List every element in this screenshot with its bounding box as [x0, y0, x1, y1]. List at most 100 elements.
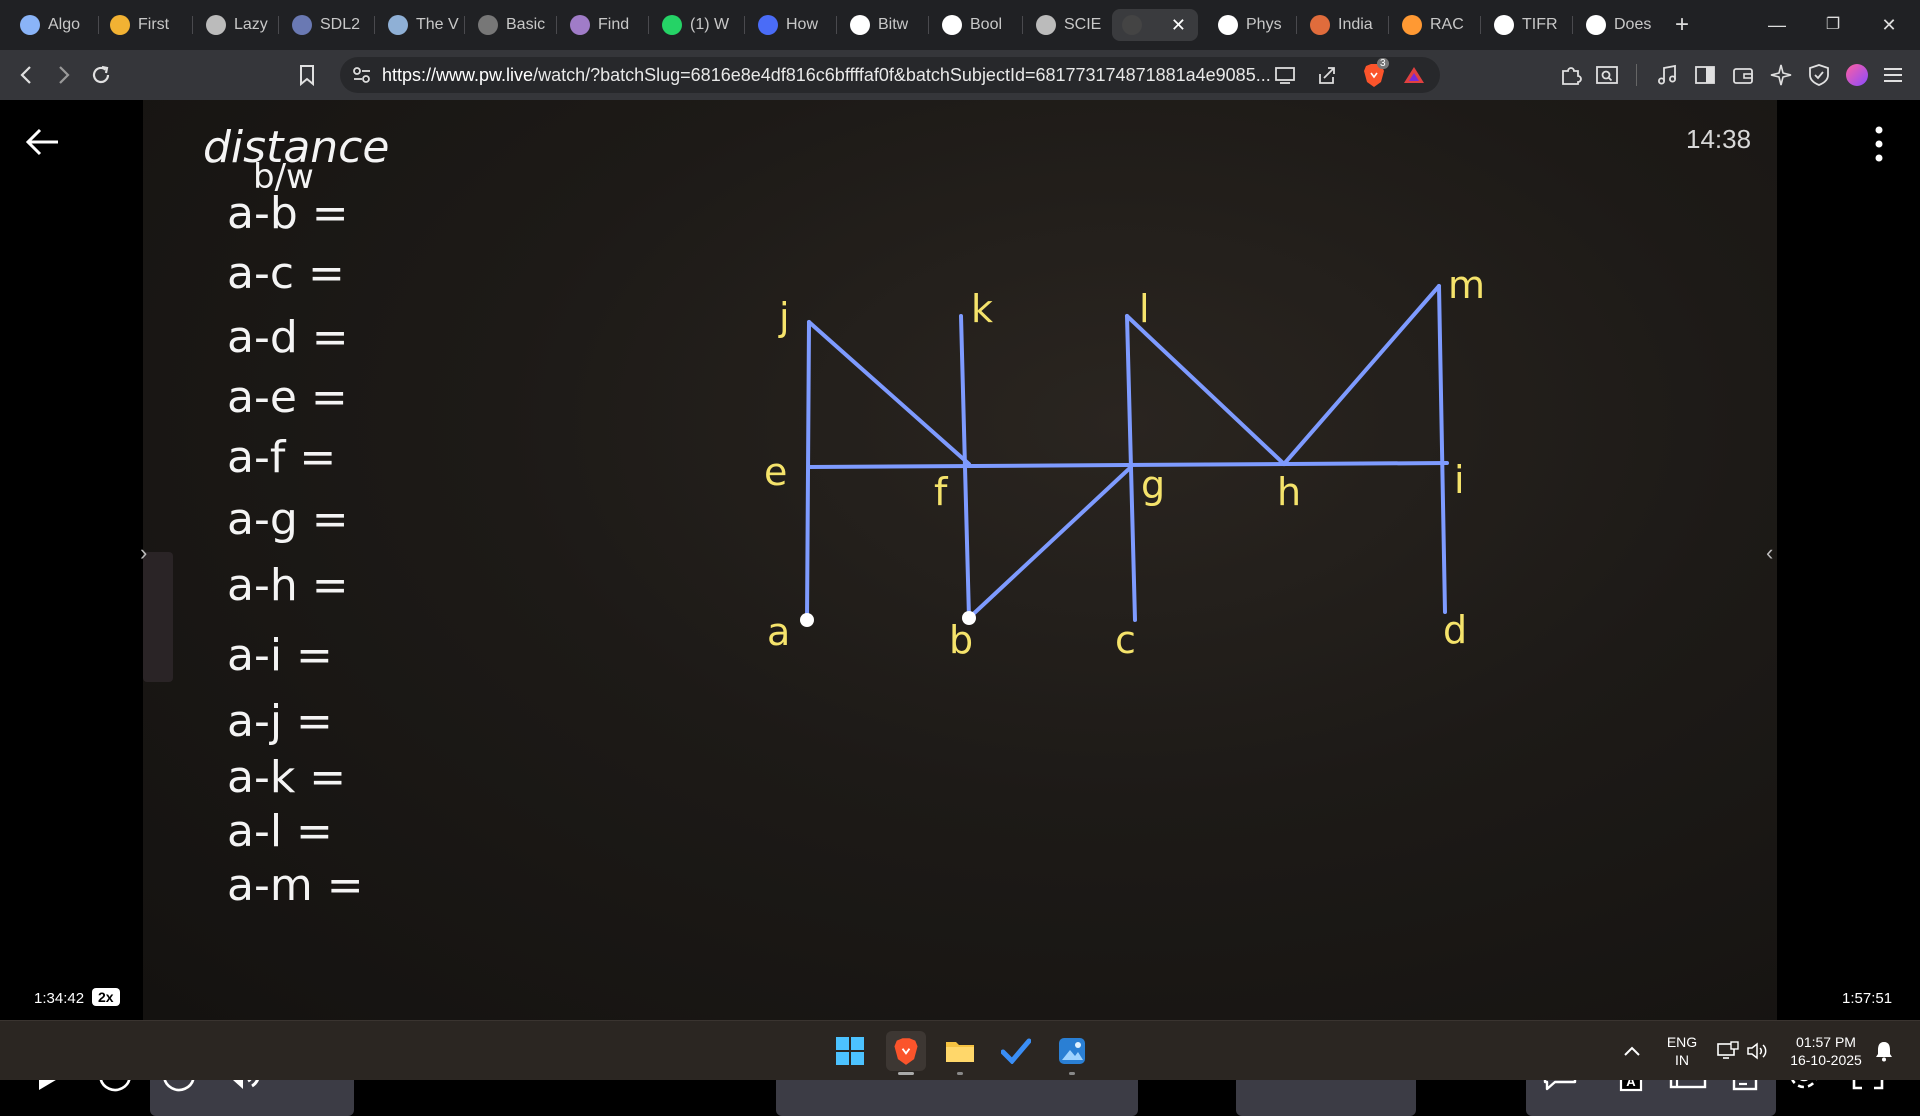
profile-button[interactable] — [1844, 62, 1870, 88]
pair-row: a-j = — [227, 696, 333, 747]
playback-speed-badge[interactable]: 2x — [92, 988, 120, 1006]
line-h-m — [1282, 284, 1441, 466]
brave-shields-button[interactable]: 3 — [1362, 58, 1389, 88]
url-text[interactable]: https://www.pw.live/watch/?batchSlug=681… — [382, 65, 1272, 86]
windows-logo-icon — [836, 1037, 864, 1065]
browser-tab[interactable]: (1) W — [652, 9, 742, 41]
tab-separator — [278, 16, 279, 34]
label-g: g — [1141, 463, 1165, 507]
start-button[interactable] — [830, 1031, 870, 1071]
book-icon — [388, 15, 408, 35]
taskbar-photos[interactable] — [1052, 1031, 1092, 1075]
tab-separator — [98, 16, 99, 34]
browser-tab[interactable]: Find — [560, 9, 646, 41]
label-m: m — [1448, 263, 1485, 307]
browser-tab[interactable]: SDL2 — [282, 9, 372, 41]
left-drawer-handle[interactable] — [143, 552, 173, 682]
brave-rewards-icon[interactable] — [1403, 65, 1425, 85]
tab-title: Basic — [506, 16, 546, 33]
back-arrow-icon[interactable] — [22, 122, 62, 162]
windows-taskbar: ENG IN 01:57 PM 16-10-2025 — [0, 1020, 1920, 1080]
sidebar-button[interactable] — [1692, 62, 1718, 88]
browser-tab[interactable]: Algo — [10, 9, 96, 41]
input-language[interactable]: ENG IN — [1662, 1033, 1702, 1069]
minimize-button[interactable]: — — [1754, 10, 1800, 40]
leo-ai-button[interactable] — [1768, 62, 1794, 88]
chevron-right-icon[interactable]: › — [140, 540, 147, 566]
back-button[interactable] — [14, 62, 40, 88]
vpn-button[interactable] — [1806, 62, 1832, 88]
bookmark-button[interactable] — [294, 62, 320, 88]
taskbar-file-explorer[interactable] — [940, 1031, 980, 1075]
browser-tab[interactable]: Lazy — [196, 9, 276, 41]
folder-icon — [946, 1042, 974, 1062]
browser-tab[interactable]: RAC — [1392, 9, 1478, 41]
pw-icon — [1122, 15, 1142, 35]
volume-tray-button[interactable] — [1738, 1031, 1778, 1071]
extensions-button[interactable] — [1558, 62, 1584, 88]
menu-button[interactable] — [1880, 62, 1906, 88]
media-button[interactable] — [1654, 62, 1680, 88]
taskbar-brave[interactable] — [886, 1031, 926, 1075]
browser-tab[interactable]: First — [100, 9, 190, 41]
hamburger-icon — [1884, 68, 1902, 82]
tab-title: India — [1338, 16, 1373, 33]
pair-row: a-m = — [227, 860, 364, 911]
forward-button[interactable] — [50, 62, 76, 88]
new-tab-button[interactable]: + — [1667, 10, 1697, 40]
maximize-button[interactable]: ❐ — [1810, 10, 1856, 40]
line-l-h — [1125, 314, 1286, 466]
video-player[interactable]: distance b/w a-b = a-c = a-d = a-e = a-f = a-… — [0, 100, 1920, 1116]
browser-tab[interactable]: ✕ — [1112, 9, 1198, 41]
browser-tab[interactable]: Basic — [468, 9, 554, 41]
ball-icon — [1310, 15, 1330, 35]
globe-icon — [206, 15, 226, 35]
sidebar-icon — [1695, 66, 1715, 84]
share-icon[interactable] — [1316, 64, 1338, 86]
pair-row: a-h = — [227, 560, 349, 611]
chevron-left-icon[interactable]: ‹ — [1766, 540, 1773, 566]
reload-icon — [92, 65, 110, 84]
address-bar[interactable]: https://www.pw.live/watch/?batchSlug=681… — [340, 57, 1440, 93]
taskbar-todo[interactable] — [996, 1031, 1036, 1071]
reload-button[interactable] — [88, 62, 114, 88]
wordpress-icon — [1218, 15, 1238, 35]
whatsapp-icon — [662, 15, 682, 35]
tab-title: Bool — [970, 16, 1003, 33]
video-frame[interactable]: distance b/w a-b = a-c = a-d = a-e = a-f = a-… — [143, 100, 1777, 1020]
browser-tab[interactable]: TIFR — [1484, 9, 1570, 41]
more-options-icon[interactable] — [1868, 124, 1890, 164]
browser-tab[interactable]: Bitw — [840, 9, 926, 41]
cast-icon[interactable] — [1274, 65, 1296, 85]
close-window-button[interactable]: ✕ — [1866, 10, 1912, 40]
clock-time: 01:57 PM — [1796, 1034, 1856, 1050]
system-clock[interactable]: 01:57 PM 16-10-2025 — [1780, 1033, 1872, 1069]
browser-tab[interactable]: The V — [378, 9, 462, 41]
browser-tab[interactable]: Does — [1576, 9, 1662, 41]
reader-mode-button[interactable] — [1594, 62, 1620, 88]
figure — [805, 284, 1449, 622]
close-tab-icon[interactable]: ✕ — [1171, 15, 1186, 36]
browser-tab[interactable]: SCIE — [1026, 9, 1106, 41]
pair-row: a-k = — [227, 752, 346, 803]
browser-toolbar: https://www.pw.live/watch/?batchSlug=681… — [0, 50, 1920, 100]
browser-tab[interactable]: How — [748, 9, 834, 41]
pair-row: a-f = — [227, 432, 336, 483]
tab-separator — [192, 16, 193, 34]
google-icon — [1586, 15, 1606, 35]
site-settings-icon[interactable] — [352, 66, 372, 84]
browser-tab[interactable]: Bool — [932, 9, 1020, 41]
notifications-button[interactable] — [1864, 1031, 1904, 1071]
pair-row: a-i = — [227, 630, 333, 681]
tab-strip: Algo First Lazy SDL2 The V Basic Find (1) W How B… — [0, 0, 1920, 50]
url-path: /watch/?batchSlug=6816e8e4df816c6bffffaf… — [533, 65, 1271, 85]
pair-row: a-e = — [227, 372, 348, 423]
browser-tab[interactable]: India — [1300, 9, 1386, 41]
browser-tab[interactable]: Phys — [1208, 9, 1294, 41]
tab-separator — [464, 16, 465, 34]
show-hidden-icons-button[interactable] — [1612, 1031, 1652, 1071]
wallet-button[interactable] — [1730, 62, 1756, 88]
checkmark-icon — [1001, 1038, 1031, 1064]
toolbar-divider — [1636, 64, 1637, 86]
tab-title: Lazy — [234, 16, 268, 33]
